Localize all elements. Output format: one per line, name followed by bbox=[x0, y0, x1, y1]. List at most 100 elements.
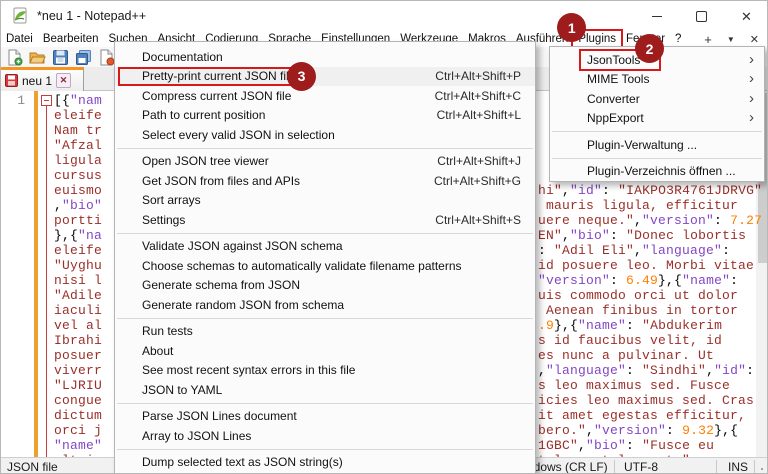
menu-item-shortcut: Ctrl+Alt+Shift+P bbox=[435, 69, 521, 84]
plugins-dropdown-menu: JsonTools › 2 MIME Tools › Converter › NppExpor… bbox=[549, 34, 765, 182]
jsontools-item-generate-schema-from-json[interactable]: Generate schema from JSON bbox=[115, 276, 535, 296]
editor-line: : "Adil Eli","language": bbox=[538, 243, 730, 258]
code-token: portti bbox=[54, 213, 103, 228]
editor-line: 1GBC","bio": "Fusce eu bbox=[538, 438, 714, 453]
open-file-icon[interactable] bbox=[28, 48, 46, 66]
editor-line: EN","bio": "Donec lobortis bbox=[538, 228, 746, 243]
annotation-badge-1: 1 bbox=[557, 13, 587, 42]
minimize-icon[interactable] bbox=[634, 1, 679, 31]
plugins-menu-item-jsontools[interactable]: JsonTools › 2 bbox=[550, 34, 764, 71]
maximize-icon[interactable] bbox=[679, 1, 724, 31]
menubar-item-plugins[interactable]: Plugins 1 bbox=[557, 13, 623, 49]
code-token: eleife bbox=[54, 108, 103, 123]
code-token: Nam tr bbox=[54, 123, 103, 138]
code-token: "Abdukerim bbox=[642, 318, 723, 333]
menubar-item-datei[interactable]: Datei bbox=[1, 32, 38, 46]
jsontools-item-sort-arrays[interactable]: Sort arrays bbox=[115, 191, 535, 211]
code-token: EN" bbox=[538, 228, 563, 243]
jsontools-item-dump-selected-text-as-json-string-s[interactable]: Dump selected text as JSON string(s) bbox=[115, 453, 535, 473]
submenu-arrow-icon: › bbox=[749, 89, 754, 107]
code-token: "version" bbox=[594, 423, 667, 438]
code-token: mauris ligula, efficitur bbox=[538, 198, 739, 213]
code-token: "Fusce eu bbox=[642, 438, 715, 453]
code-token: "id" bbox=[714, 363, 747, 378]
jsontools-item-json-to-yaml[interactable]: JSON to YAML bbox=[115, 380, 535, 400]
jsontools-item-about[interactable]: About bbox=[115, 341, 535, 361]
code-token: "language" bbox=[642, 243, 723, 258]
status-encoding: UTF-8 bbox=[624, 460, 658, 474]
menu-separator bbox=[552, 131, 762, 132]
jsontools-item-parse-json-lines-document[interactable]: Parse JSON Lines document bbox=[115, 407, 535, 427]
menu-item-label: About bbox=[142, 343, 174, 358]
menu-item-label: Settings bbox=[142, 212, 186, 227]
jsontools-item-select-every-valid-json-in-selection[interactable]: Select every valid JSON in selection bbox=[115, 125, 535, 145]
code-token: "language" bbox=[546, 363, 627, 378]
menubar-item-?[interactable]: ? bbox=[670, 32, 686, 46]
save-icon[interactable] bbox=[51, 48, 69, 66]
code-token: : bbox=[730, 273, 739, 288]
close-file-icon[interactable] bbox=[97, 48, 115, 66]
plugins-menu-item-plugin-verwaltung[interactable]: Plugin-Verwaltung ... bbox=[550, 135, 764, 155]
editor-line: posuer bbox=[54, 348, 102, 363]
code-token: "name" bbox=[578, 318, 627, 333]
plugins-menu-item-converter[interactable]: Converter › bbox=[550, 89, 764, 109]
jsontools-item-choose-schemas-to-automatically-validate-filename-patterns[interactable]: Choose schemas to automatically validate… bbox=[115, 256, 535, 276]
jsontools-item-path-to-current-position[interactable]: Path to current position Ctrl+Alt+Shift+L bbox=[115, 106, 535, 126]
code-token: : bbox=[610, 273, 627, 288]
menu-item-label: Path to current position bbox=[142, 108, 266, 123]
plugins-menu-item-nppexport[interactable]: NppExport › bbox=[550, 109, 764, 129]
menu-item-label: Converter bbox=[587, 91, 640, 106]
save-all-icon[interactable] bbox=[74, 48, 92, 66]
editor-line: orci j bbox=[54, 423, 102, 438]
menubar-item-bearbeiten[interactable]: Bearbeiten bbox=[38, 32, 104, 46]
code-token: "bio" bbox=[62, 198, 103, 213]
plugins-menu-item-plugin-verzeichnis-ffnen[interactable]: Plugin-Verzeichnis öffnen ... bbox=[550, 162, 764, 182]
code-token: uis commodo orci ut dolor bbox=[538, 288, 739, 303]
code-token: bero." bbox=[538, 423, 587, 438]
code-token: "Donec lobortis bbox=[626, 228, 747, 243]
jsontools-item-get-json-from-files-and-apis[interactable]: Get JSON from files and APIs Ctrl+Alt+Shi… bbox=[115, 171, 535, 191]
jsontools-item-compress-current-json-file[interactable]: Compress current JSON file Ctrl+Alt+Shift… bbox=[115, 86, 535, 106]
unsaved-file-icon bbox=[5, 74, 18, 87]
menu-item-label: Validate JSON against JSON schema bbox=[142, 239, 343, 254]
editor-line: ,"bio" bbox=[54, 198, 102, 213]
jsontools-item-run-tests[interactable]: Run tests bbox=[115, 322, 535, 342]
editor-line: portti bbox=[54, 213, 102, 228]
code-token: "na bbox=[78, 228, 103, 243]
code-token: s leo maximus sed. Fusce bbox=[538, 378, 731, 393]
tab-close-icon[interactable]: ✕ bbox=[56, 73, 72, 88]
jsontools-submenu: Documentation Pretty-print current JSON f… bbox=[114, 41, 536, 473]
tab-neu-1[interactable]: neu 1 ✕ bbox=[1, 67, 84, 91]
menu-separator bbox=[117, 402, 533, 404]
code-token: , bbox=[562, 228, 571, 243]
jsontools-item-array-to-json-lines[interactable]: Array to JSON Lines bbox=[115, 426, 535, 446]
menu-item-label: Array to JSON Lines bbox=[142, 428, 252, 443]
code-token: : bbox=[610, 228, 627, 243]
menu-item-label: Documentation bbox=[142, 49, 223, 64]
menu-item-shortcut: Ctrl+Alt+Shift+G bbox=[433, 173, 521, 188]
fold-collapse-icon[interactable] bbox=[41, 95, 52, 106]
tab-list-dropdown-icon[interactable]: ▼ bbox=[727, 35, 735, 44]
editor-line: iaculi bbox=[54, 303, 102, 318]
code-token: euismo bbox=[54, 183, 103, 198]
code-token: Aenean finibus in tortor bbox=[538, 303, 739, 318]
jsontools-item-pretty-print-current-json-file[interactable]: Pretty-print current JSON file Ctrl+Alt+S… bbox=[115, 61, 535, 91]
plugins-menu-item-mime-tools[interactable]: MIME Tools › bbox=[550, 70, 764, 90]
resize-grip[interactable] bbox=[760, 467, 766, 473]
jsontools-item-documentation[interactable]: Documentation bbox=[115, 47, 535, 67]
new-tab-icon[interactable]: + bbox=[704, 32, 712, 47]
jsontools-item-open-json-tree-viewer[interactable]: Open JSON tree viewer Ctrl+Alt+Shift+J bbox=[115, 152, 535, 172]
jsontools-item-validate-json-against-json-schema[interactable]: Validate JSON against JSON schema bbox=[115, 237, 535, 257]
code-token: id posuere leo. Morbi vitae bbox=[538, 258, 755, 273]
editor-line: icies leo maximus sed. Cras bbox=[538, 393, 754, 408]
status-divider bbox=[754, 460, 755, 473]
close-tab-icon[interactable]: ✕ bbox=[750, 33, 759, 46]
code-token: "version" bbox=[642, 213, 715, 228]
code-token: iaculi bbox=[54, 303, 103, 318]
close-icon[interactable]: ✕ bbox=[724, 1, 767, 31]
code-token: },{ bbox=[714, 423, 739, 438]
jsontools-item-settings[interactable]: Settings Ctrl+Alt+Shift+S bbox=[115, 210, 535, 230]
jsontools-item-generate-random-json-from-schema[interactable]: Generate random JSON from schema bbox=[115, 295, 535, 315]
new-file-icon[interactable] bbox=[5, 48, 23, 66]
jsontools-item-see-most-recent-syntax-errors-in-this-file[interactable]: See most recent syntax errors in this fi… bbox=[115, 361, 535, 381]
